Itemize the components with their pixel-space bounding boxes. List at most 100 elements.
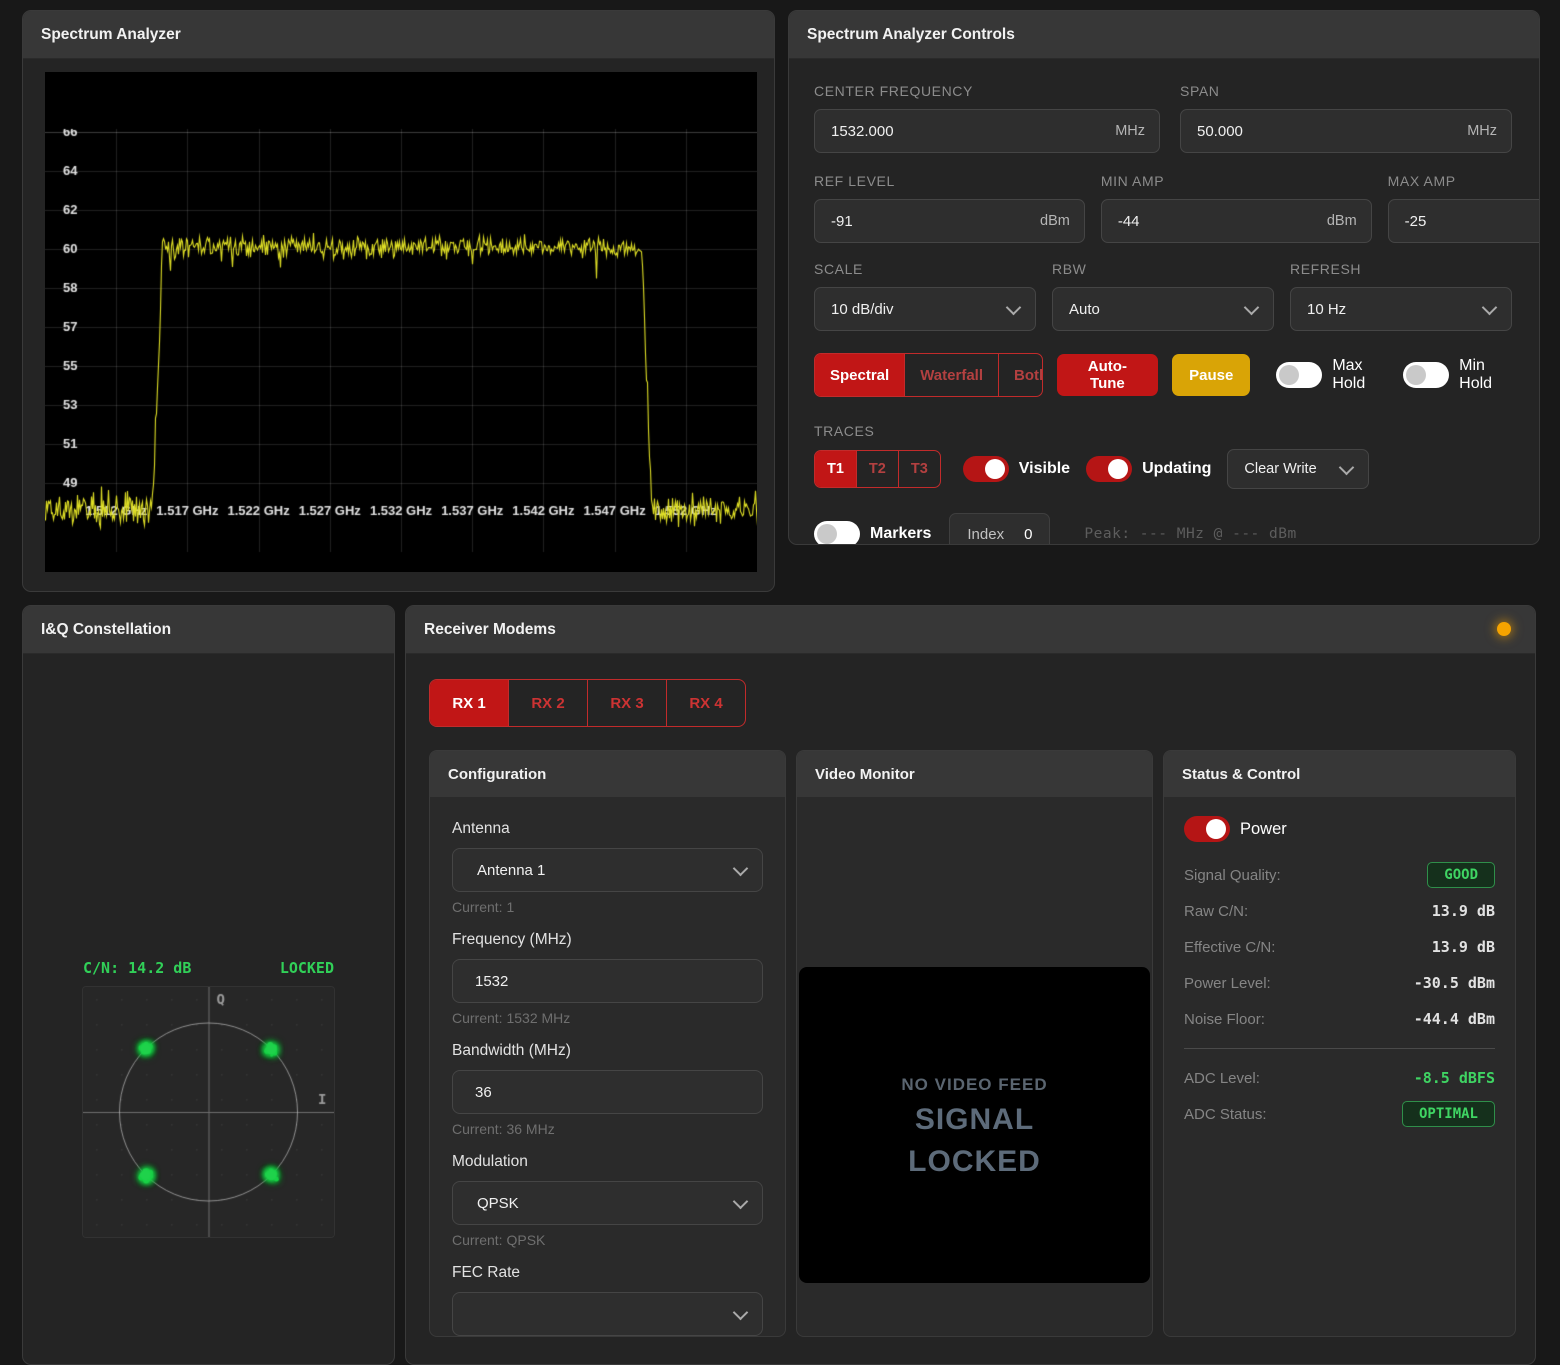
max-amp-label: MAX AMP — [1388, 173, 1540, 189]
max-amp-field: dBm — [1388, 199, 1540, 243]
markers-label: Markers — [870, 525, 931, 543]
refresh-select-value: 10 Hz — [1307, 301, 1346, 318]
raw-cn-value: 13.9 dB — [1432, 902, 1495, 920]
chevron-down-icon — [733, 860, 749, 876]
scale-label: SCALE — [814, 261, 1036, 277]
locked-text: LOCKED — [908, 1145, 1041, 1179]
refresh-label: REFRESH — [1290, 261, 1512, 277]
no-video-feed-text: NO VIDEO FEED — [901, 1075, 1047, 1095]
ref-level-label: REF LEVEL — [814, 173, 1085, 189]
power-level-value: -30.5 dBm — [1414, 974, 1495, 992]
trace-updating-label: Updating — [1142, 460, 1211, 478]
adc-status-label: ADC Status: — [1184, 1106, 1267, 1123]
cn-readout: C/N: 14.2 dB — [83, 959, 191, 977]
trace-t1-button[interactable]: T1 — [815, 451, 856, 487]
signal-quality-label: Signal Quality: — [1184, 867, 1281, 884]
status-control-header: Status & Control — [1164, 751, 1515, 798]
configuration-header: Configuration — [430, 751, 785, 798]
noise-floor-value: -44.4 dBm — [1414, 1010, 1495, 1028]
spectrum-controls-title: Spectrum Analyzer Controls — [807, 26, 1015, 44]
frequency-label: Frequency (MHz) — [452, 931, 763, 949]
center-frequency-label: CENTER FREQUENCY — [814, 83, 1160, 99]
spectrum-controls-header: Spectrum Analyzer Controls — [789, 11, 1539, 59]
auto-tune-button[interactable]: Auto-Tune — [1057, 354, 1158, 396]
antenna-label: Antenna — [452, 820, 763, 838]
tab-rx4[interactable]: RX 4 — [666, 680, 745, 726]
video-monitor-subpanel: Video Monitor NO VIDEO FEED SIGNAL LOCKE… — [796, 750, 1153, 1337]
signal-text: SIGNAL — [915, 1103, 1034, 1137]
span-input[interactable] — [1195, 122, 1459, 141]
modulation-label: Modulation — [452, 1153, 763, 1171]
bandwidth-input[interactable] — [467, 1083, 748, 1102]
frequency-input[interactable] — [467, 972, 748, 991]
view-mode-group: Spectral Waterfall Both — [814, 353, 1043, 397]
fec-rate-label: FEC Rate — [452, 1264, 763, 1282]
scale-select-value: 10 dB/div — [831, 301, 894, 318]
modulation-select-value: QPSK — [469, 1195, 519, 1212]
adc-level-value: -8.5 dBFS — [1414, 1069, 1495, 1087]
chevron-down-icon — [733, 1304, 749, 1320]
marker-index-value: 0 — [1024, 526, 1032, 543]
configuration-subpanel: Configuration Antenna Antenna 1 Current:… — [429, 750, 786, 1337]
view-mode-both-button[interactable]: Both — [998, 354, 1043, 396]
ref-level-field: dBm — [814, 199, 1085, 243]
antenna-select[interactable]: Antenna 1 — [452, 848, 763, 892]
tab-rx1[interactable]: RX 1 — [430, 680, 508, 726]
peak-readout: Peak: --- MHz @ --- dBm — [1084, 526, 1296, 542]
min-hold-toggle[interactable] — [1403, 362, 1449, 388]
adc-level-label: ADC Level: — [1184, 1070, 1260, 1087]
toggle-knob — [817, 524, 837, 544]
power-toggle[interactable] — [1184, 816, 1230, 842]
trace-visible-toggle[interactable] — [963, 456, 1009, 482]
max-hold-toggle[interactable] — [1276, 362, 1322, 388]
ref-level-unit: dBm — [1040, 213, 1070, 229]
min-amp-input[interactable] — [1116, 212, 1319, 231]
marker-index-field[interactable]: Index 0 — [949, 513, 1050, 545]
receiver-modems-title: Receiver Modems — [424, 621, 556, 639]
tab-rx2[interactable]: RX 2 — [508, 680, 587, 726]
center-frequency-input[interactable] — [829, 122, 1107, 141]
trace-t3-button[interactable]: T3 — [898, 451, 940, 487]
chevron-down-icon — [733, 1193, 749, 1209]
spectrum-chart[interactable] — [45, 72, 757, 572]
ref-level-input[interactable] — [829, 212, 1032, 231]
video-monitor-header: Video Monitor — [797, 751, 1152, 798]
receiver-modems-header: Receiver Modems — [406, 606, 1535, 654]
status-indicator-dot — [1497, 622, 1511, 636]
rbw-select[interactable]: Auto — [1052, 287, 1274, 331]
iq-constellation-header: I&Q Constellation — [23, 606, 394, 654]
status-control-title: Status & Control — [1182, 766, 1300, 783]
noise-floor-label: Noise Floor: — [1184, 1011, 1265, 1028]
view-mode-waterfall-button[interactable]: Waterfall — [904, 354, 998, 396]
frequency-hint: Current: 1532 MHz — [452, 1010, 763, 1026]
constellation-chart — [82, 986, 335, 1238]
video-monitor-title: Video Monitor — [815, 766, 915, 783]
refresh-select[interactable]: 10 Hz — [1290, 287, 1512, 331]
spectrum-controls-panel: Spectrum Analyzer Controls CENTER FREQUE… — [788, 10, 1540, 545]
toggle-knob — [1206, 819, 1226, 839]
span-unit: MHz — [1467, 123, 1497, 139]
spectrum-analyzer-panel: Spectrum Analyzer — [22, 10, 775, 592]
trace-mode-value: Clear Write — [1244, 461, 1316, 477]
span-field: MHz — [1180, 109, 1512, 153]
rbw-select-value: Auto — [1069, 301, 1100, 318]
modulation-select[interactable]: QPSK — [452, 1181, 763, 1225]
lock-status: LOCKED — [280, 959, 334, 977]
signal-quality-badge: GOOD — [1427, 862, 1495, 888]
adc-status-badge: OPTIMAL — [1402, 1101, 1495, 1127]
scale-select[interactable]: 10 dB/div — [814, 287, 1036, 331]
spectrum-analyzer-title: Spectrum Analyzer — [41, 26, 181, 44]
tab-rx3[interactable]: RX 3 — [587, 680, 666, 726]
fec-rate-select[interactable] — [452, 1292, 763, 1336]
markers-toggle[interactable] — [814, 521, 860, 545]
pause-button[interactable]: Pause — [1172, 354, 1250, 396]
trace-select-group: T1 T2 T3 — [814, 450, 941, 488]
rx-tab-group: RX 1 RX 2 RX 3 RX 4 — [429, 679, 746, 727]
max-amp-input[interactable] — [1403, 212, 1540, 231]
bandwidth-field — [452, 1070, 763, 1114]
spectrum-chart-container — [45, 72, 752, 572]
trace-mode-select[interactable]: Clear Write — [1227, 449, 1369, 489]
view-mode-spectral-button[interactable]: Spectral — [815, 354, 904, 396]
trace-t2-button[interactable]: T2 — [856, 451, 898, 487]
trace-updating-toggle[interactable] — [1086, 456, 1132, 482]
